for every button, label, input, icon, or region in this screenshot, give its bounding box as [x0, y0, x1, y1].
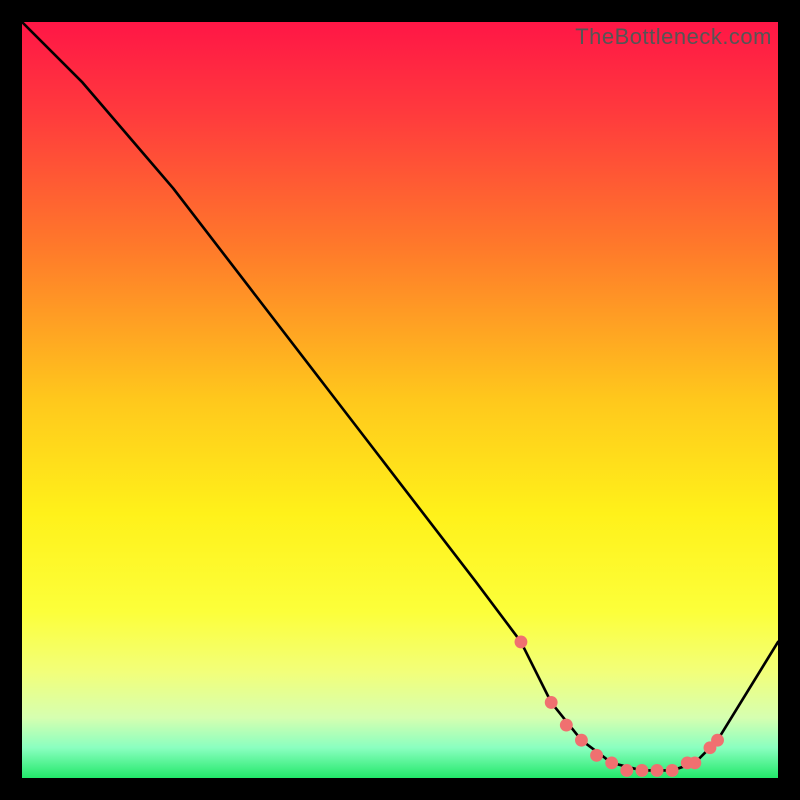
marker-point: [575, 734, 588, 747]
marker-point: [560, 719, 573, 732]
marker-point: [688, 756, 701, 769]
marker-point: [711, 734, 724, 747]
marker-point: [651, 764, 664, 777]
marker-point: [666, 764, 679, 777]
marker-point: [620, 764, 633, 777]
marker-point: [605, 756, 618, 769]
marker-point: [545, 696, 558, 709]
bottleneck-curve: [22, 22, 778, 770]
watermark-text: TheBottleneck.com: [575, 24, 772, 50]
chart-svg: [22, 22, 778, 778]
plot-area: TheBottleneck.com: [22, 22, 778, 778]
chart-stage: TheBottleneck.com: [0, 0, 800, 800]
marker-group: [515, 635, 724, 776]
marker-point: [590, 749, 603, 762]
marker-point: [635, 764, 648, 777]
marker-point: [515, 635, 528, 648]
